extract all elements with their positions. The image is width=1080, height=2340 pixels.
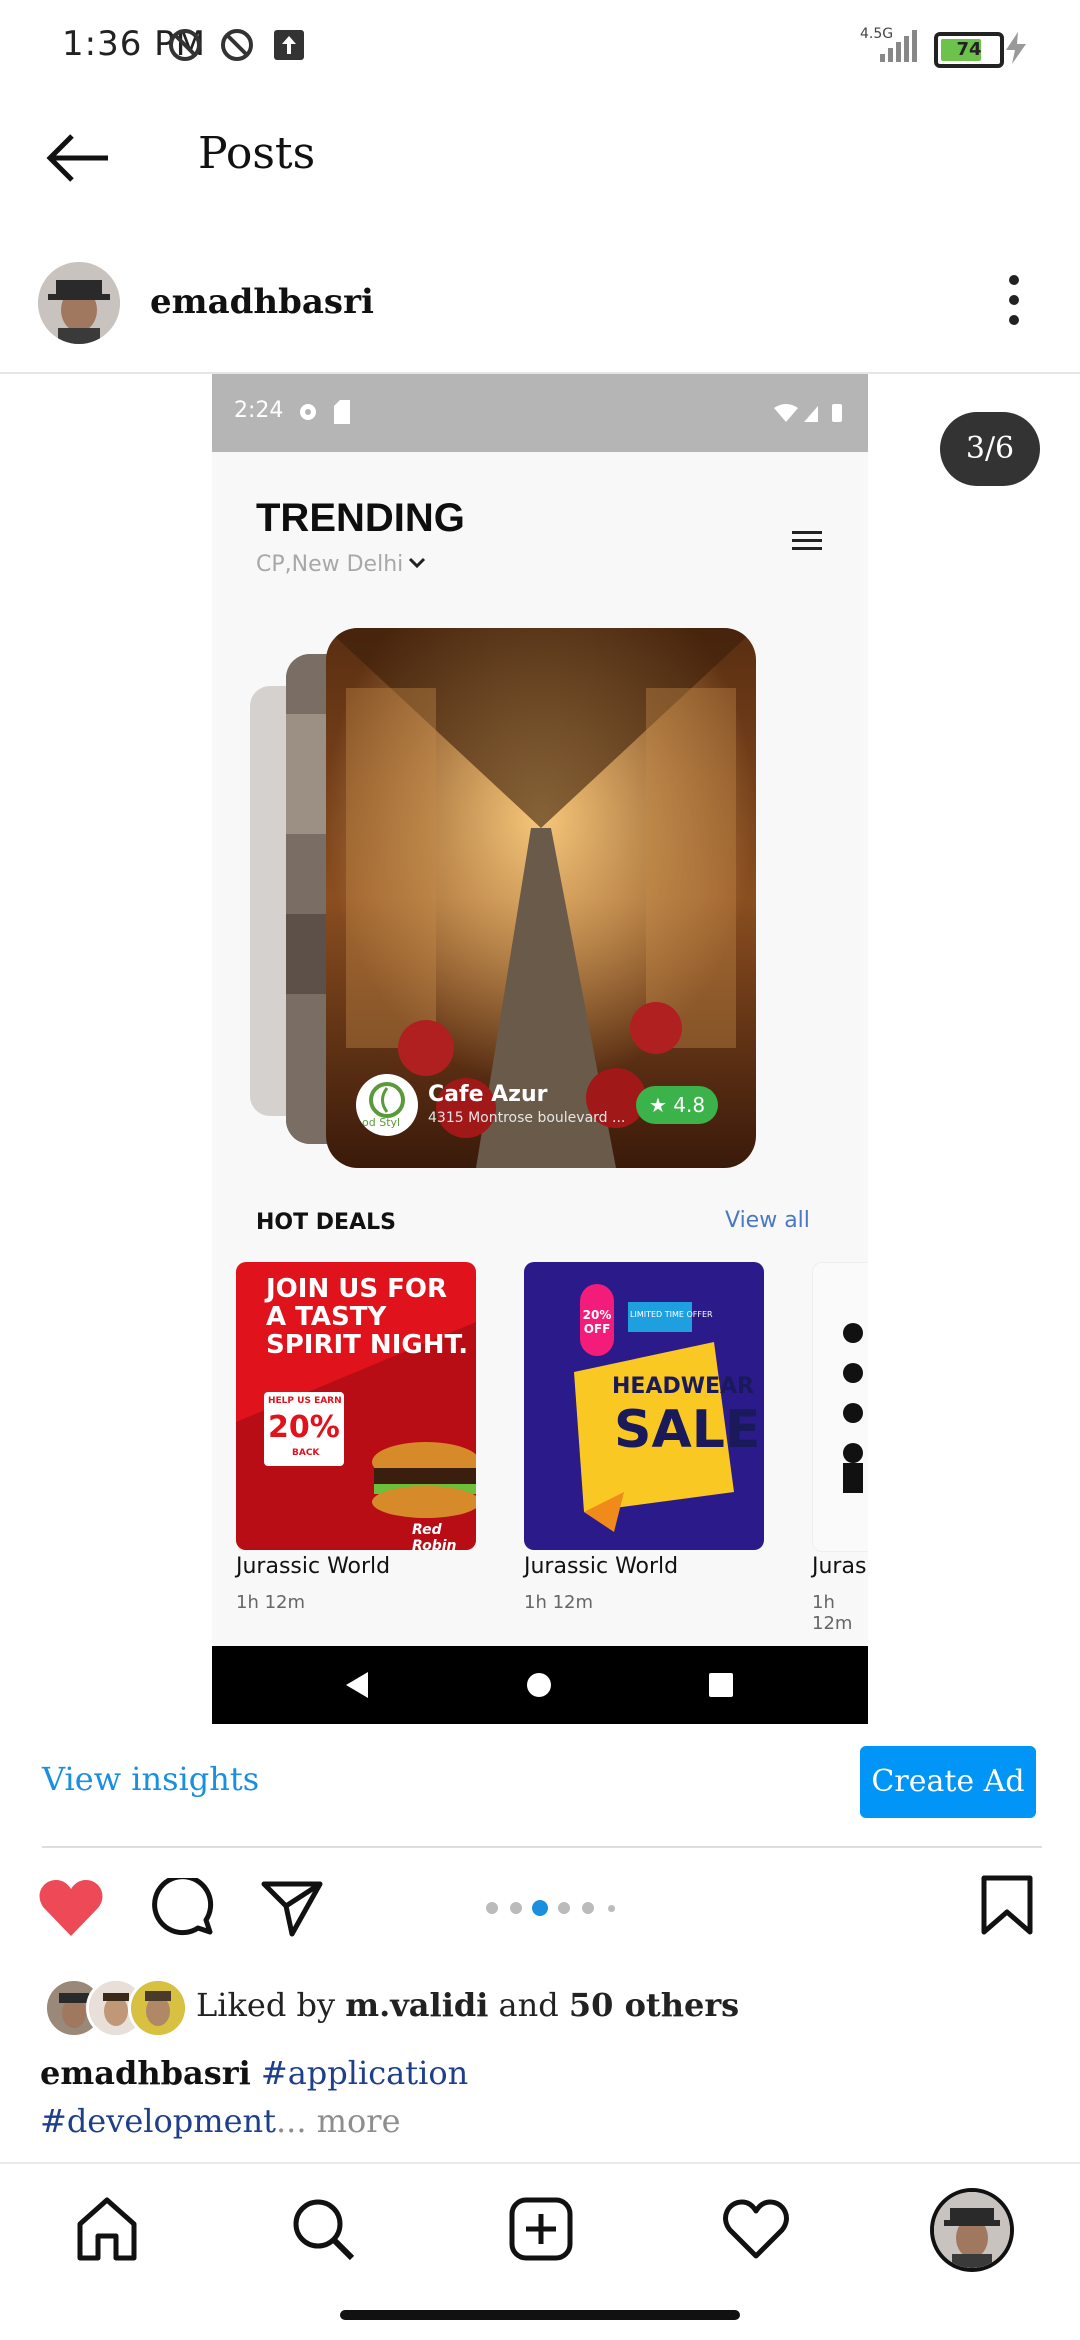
deal-card[interactable]: [812, 1262, 868, 1552]
create-post-icon[interactable]: [508, 2196, 574, 2262]
carousel-dot: [486, 1902, 498, 1914]
ad-text: HEADWEAR: [612, 1374, 754, 1399]
blocked-notification-icon: [169, 29, 201, 61]
ad-badge: HELP US EARN 20% BACK: [264, 1392, 344, 1466]
deal-card[interactable]: JOIN US FOR A TASTY SPIRIT NIGHT. HELP U…: [236, 1262, 476, 1550]
carousel-dot: [608, 1905, 615, 1912]
blocked-notification-icon: [221, 29, 253, 61]
trending-heading: TRENDING: [256, 496, 465, 540]
restaurant-address: 4315 Montrose boulevard ...: [428, 1110, 626, 1126]
create-ad-button[interactable]: Create Ad: [860, 1746, 1036, 1818]
share-send-icon[interactable]: [260, 1878, 324, 1938]
chevron-down-icon[interactable]: [408, 556, 426, 570]
view-all-link[interactable]: View all: [725, 1208, 810, 1233]
carousel-dot-active: [532, 1900, 548, 1916]
home-indicator[interactable]: [340, 2310, 740, 2320]
restaurant-name: Cafe Azur: [428, 1082, 548, 1107]
deal-title: Jurassic World: [524, 1554, 679, 1579]
menu-icon[interactable]: [790, 528, 824, 554]
post-username[interactable]: emadhbasri: [150, 282, 374, 322]
hashtag[interactable]: #application: [261, 2054, 468, 2092]
deal-title: Jurassic World: [236, 1554, 391, 1579]
back-triangle-icon: [346, 1672, 368, 1698]
avatar[interactable]: [38, 262, 120, 344]
like-heart-icon[interactable]: [38, 1878, 104, 1938]
deal-duration: 1h 12m: [524, 1592, 594, 1613]
profile-avatar[interactable]: [930, 2188, 1014, 2272]
caption-username[interactable]: emadhbasri: [40, 2054, 251, 2092]
likes-count: 50: [568, 1986, 614, 2024]
deal-card[interactable]: 20% OFF LIMITED TIME OFFER HEADWEAR SALE: [524, 1262, 764, 1550]
hashtag[interactable]: #development: [40, 2102, 276, 2140]
likes-others: others: [613, 1986, 740, 2024]
more-link[interactable]: ... more: [276, 2102, 401, 2140]
location-label[interactable]: CP,New Delhi: [256, 552, 403, 577]
signal-icon: [880, 30, 917, 62]
divider: [42, 1846, 1042, 1848]
ad-text: JOIN US FOR: [266, 1274, 448, 1304]
comment-icon[interactable]: [152, 1878, 216, 1942]
ad-text: SPIRIT NIGHT.: [266, 1330, 469, 1360]
inner-time: 2:24: [234, 398, 284, 423]
liked-by-text[interactable]: Liked by m.validi and 50 others: [196, 1986, 739, 2024]
back-arrow-icon[interactable]: [44, 128, 114, 188]
restaurant-logo: od Styl: [356, 1074, 418, 1136]
divider: [0, 2162, 1080, 2164]
activity-heart-icon[interactable]: [722, 2198, 790, 2260]
inner-status-bar: 2:24: [212, 374, 868, 452]
recents-square-icon: [709, 1673, 733, 1697]
page-title: Posts: [198, 128, 316, 179]
section-title: HOT DEALS: [256, 1210, 396, 1235]
status-bar: 1:36 PM 4.5G 74: [0, 0, 1080, 90]
ad-text: SALE: [614, 1400, 761, 1460]
battery-level: 74: [956, 39, 982, 60]
search-icon[interactable]: [290, 2196, 356, 2262]
rating-badge: ★ 4.8: [636, 1086, 718, 1124]
post-image[interactable]: 2:24 TRENDING CP,New Delhi od Styl Cafe …: [212, 374, 868, 1724]
liked-by-and: and: [488, 1986, 569, 2024]
caption: emadhbasri #application: [40, 2054, 468, 2092]
battery-icon: 74: [934, 32, 1004, 68]
deal-title: Juras: [812, 1554, 867, 1579]
ad-text: A TASTY: [266, 1302, 387, 1332]
liker-avatar: [128, 1978, 188, 2038]
inner-nav-bar: [212, 1646, 868, 1724]
carousel-counter: 3/6: [940, 412, 1040, 486]
carousel-dot: [582, 1902, 594, 1914]
liker-username[interactable]: m.validi: [345, 1986, 488, 2024]
ad-badge-value: 20%: [268, 1410, 340, 1445]
view-insights-link[interactable]: View insights: [42, 1760, 259, 1798]
ad-offer: LIMITED TIME OFFER: [630, 1310, 713, 1319]
star-icon: ★: [648, 1093, 674, 1117]
upload-icon: [274, 30, 304, 60]
more-options-icon[interactable]: [1000, 272, 1028, 328]
sim-icon: [334, 400, 350, 424]
home-icon[interactable]: [74, 2196, 140, 2262]
settings-icon: [300, 404, 316, 420]
ad-brand: Red Robin: [412, 1522, 457, 1550]
carousel-dot: [510, 1902, 522, 1914]
charging-icon: [1006, 32, 1026, 64]
ad-tag: 20% OFF: [580, 1284, 614, 1356]
ad-badge-text: HELP US EARN: [268, 1396, 342, 1406]
caption-continued: #development... more: [40, 2102, 401, 2140]
home-circle-icon: [527, 1673, 551, 1697]
liked-by-prefix: Liked by: [196, 1986, 346, 2024]
deal-duration: 1h 12m: [812, 1592, 853, 1634]
bookmark-icon[interactable]: [980, 1874, 1034, 1936]
inner-signal-icons: [774, 404, 842, 422]
deal-duration: 1h 12m: [236, 1592, 306, 1613]
carousel-dot: [558, 1902, 570, 1914]
ad-badge-text: BACK: [292, 1448, 320, 1458]
featured-restaurant-card[interactable]: od Styl Cafe Azur 4315 Montrose boulevar…: [326, 628, 756, 1168]
logo-text: od Styl: [362, 1116, 401, 1129]
rating-value: 4.8: [673, 1093, 706, 1117]
